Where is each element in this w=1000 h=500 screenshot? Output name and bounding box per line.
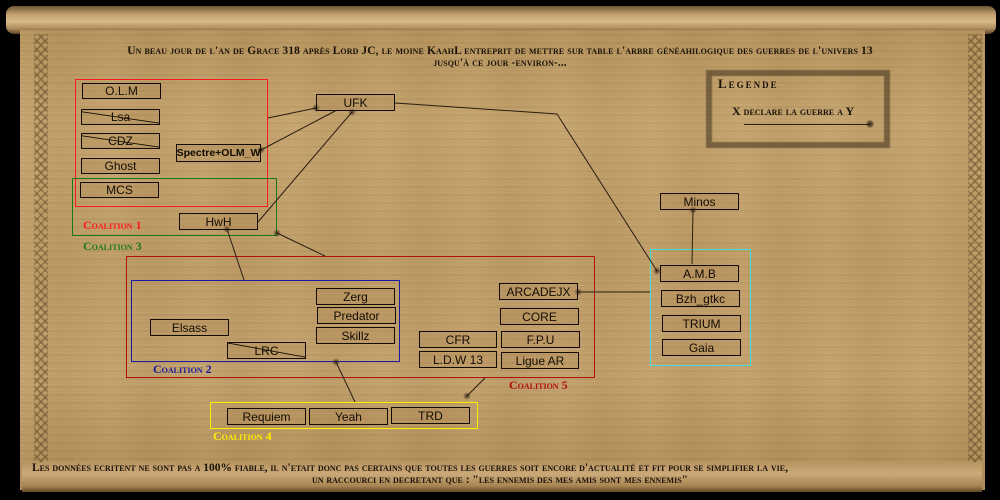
node-trium[interactable]: TRIUM xyxy=(662,315,741,332)
coalition-1-label: Coalition 1 xyxy=(83,218,142,232)
node-olm[interactable]: O.L.M xyxy=(82,83,161,99)
header-line-1: Un beau jour de l'an de Grace 318 après … xyxy=(127,45,873,57)
node-ldw13[interactable]: L.D.W 13 xyxy=(419,351,497,368)
node-ufk[interactable]: UFK xyxy=(316,94,395,111)
node-predator[interactable]: Predator xyxy=(317,307,396,324)
legend-title: Legende xyxy=(718,76,779,91)
node-gaia[interactable]: Gaia xyxy=(662,339,741,356)
node-requiem[interactable]: Requiem xyxy=(227,408,306,425)
node-lsa[interactable]: Lsa xyxy=(81,109,160,125)
node-zerg[interactable]: Zerg xyxy=(316,288,395,305)
footer-line-1: Les données ecritent ne sont pas a 100% … xyxy=(32,462,788,474)
node-ligue-ar[interactable]: Ligue AR xyxy=(501,352,579,369)
node-cdz[interactable]: CDZ xyxy=(81,133,160,149)
coalition-3-label: Coalition 3 xyxy=(83,239,142,253)
node-fpu[interactable]: F.P.U xyxy=(501,331,580,348)
node-bzh-gtkc[interactable]: Bzh_gtkc xyxy=(661,290,740,307)
celtic-border-right xyxy=(968,34,982,464)
node-arcadejx[interactable]: ARCADEJX xyxy=(499,283,578,300)
node-cfr[interactable]: CFR xyxy=(419,331,497,348)
footer-line-2: un raccourci en decretant que : "les enn… xyxy=(311,474,689,486)
legend-arrow-line xyxy=(744,124,870,125)
node-spectre-olm-w[interactable]: Spectre+OLM_W xyxy=(176,144,261,162)
node-core[interactable]: CORE xyxy=(500,308,579,325)
node-skillz[interactable]: Skillz xyxy=(316,327,395,344)
coalition-5-label: Coalition 5 xyxy=(509,378,568,392)
coalition-4-label: Coalition 4 xyxy=(213,429,272,443)
node-amb[interactable]: A.M.B xyxy=(660,265,739,282)
node-elsass[interactable]: Elsass xyxy=(150,319,229,336)
celtic-border-left xyxy=(34,34,48,464)
node-trd[interactable]: TRD xyxy=(391,407,470,424)
node-minos[interactable]: Minos xyxy=(660,193,739,210)
legend-description: X declare la guerre a Y xyxy=(732,104,855,118)
footer-text: Les données ecritent ne sont pas a 100% … xyxy=(30,462,970,486)
node-mcs[interactable]: MCS xyxy=(80,182,159,198)
header-text: Un beau jour de l'an de Grace 318 après … xyxy=(40,45,960,69)
node-lrc[interactable]: LRC xyxy=(227,342,306,359)
legend-arrow-head-icon xyxy=(866,120,874,128)
node-yeah[interactable]: Yeah xyxy=(309,408,388,425)
node-hwh[interactable]: HwH xyxy=(179,213,258,230)
header-line-2: jusqu'à ce jour -environ-... xyxy=(433,57,567,69)
coalition-2-label: Coalition 2 xyxy=(153,362,212,376)
node-ghost[interactable]: Ghost xyxy=(81,158,160,174)
